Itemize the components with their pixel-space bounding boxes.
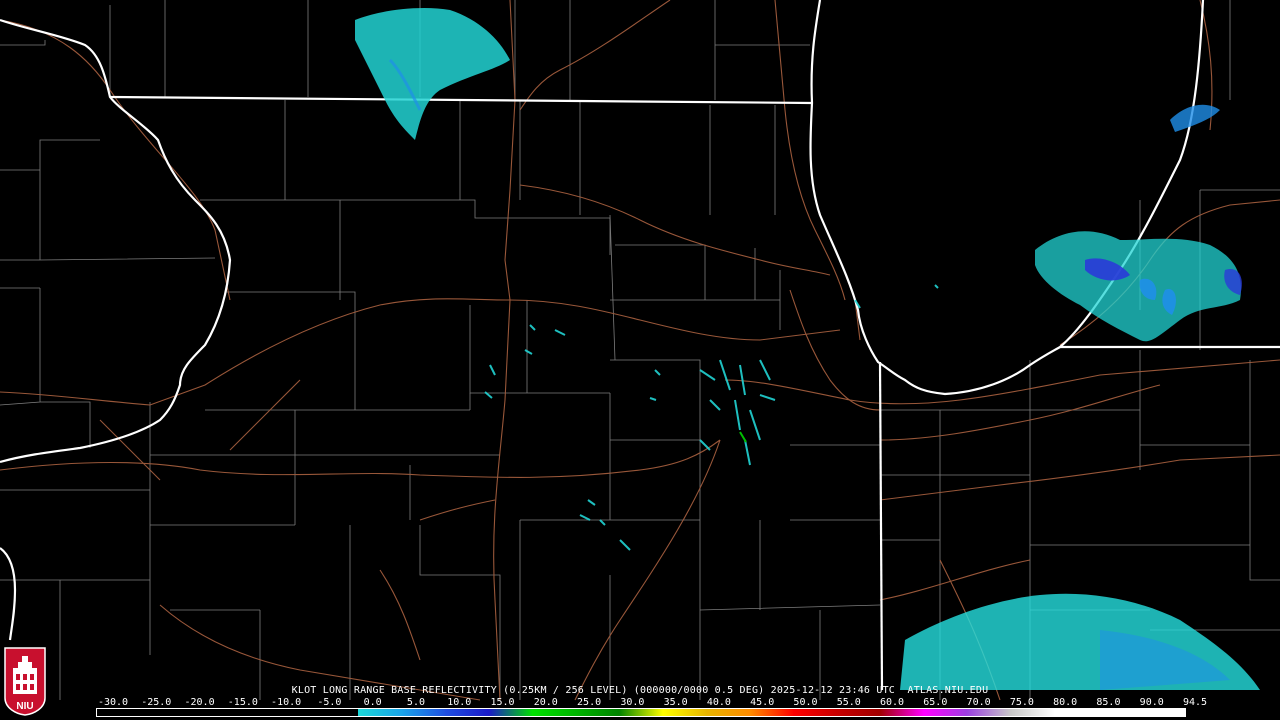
color-bar-segment: [662, 709, 707, 716]
scale-label: 65.0: [923, 697, 948, 708]
radar-echoes: [355, 8, 1260, 690]
scale-label: -20.0: [184, 697, 215, 708]
logo-text: NIU: [16, 701, 33, 712]
scale-label: 35.0: [663, 697, 688, 708]
color-bar-segment: [271, 709, 316, 716]
scale-label: -15.0: [227, 697, 258, 708]
color-bar-segment: [923, 709, 968, 716]
color-bar-segment: [184, 709, 229, 716]
color-bar-segment: [880, 709, 925, 716]
scale-label: -5.0: [317, 697, 342, 708]
radar-map: [0, 0, 1280, 701]
scale-label: 25.0: [577, 697, 602, 708]
scale-label: 0.0: [363, 697, 382, 708]
color-bar-segment: [358, 709, 403, 716]
color-bar-segment: [1010, 709, 1055, 716]
scale-label: -10.0: [271, 697, 302, 708]
color-bar-segment: [619, 709, 664, 716]
scale-label: 40.0: [706, 697, 731, 708]
scale-label: 70.0: [966, 697, 991, 708]
scale-label: 20.0: [533, 697, 558, 708]
scale-label: 75.0: [1009, 697, 1034, 708]
scale-label: -30.0: [97, 697, 129, 708]
color-bar-segment: [488, 709, 533, 716]
color-bar-segment: [967, 709, 1012, 716]
product-title: KLOT LONG RANGE BASE REFLECTIVITY (0.25K…: [291, 685, 989, 696]
scale-label: 50.0: [793, 697, 818, 708]
scale-label: 45.0: [750, 697, 775, 708]
color-bar-segment: [314, 709, 359, 716]
scale-label: 85.0: [1096, 697, 1121, 708]
scale-label: 90.0: [1139, 697, 1164, 708]
color-bar-segment: [706, 709, 751, 716]
state-borders: [0, 0, 1280, 691]
reflectivity-scale-labels: -30.0 -25.0 -20.0 -15.0 -10.0 -5.0 0.0 5.0 10.0 1…: [95, 697, 1207, 708]
color-bar-segment: [227, 709, 272, 716]
scale-label: 60.0: [879, 697, 905, 708]
reflectivity-color-bar: [96, 708, 1186, 717]
scale-label: 94.5: [1182, 697, 1208, 708]
scale-label: 15.0: [490, 697, 515, 708]
scale-label: 5.0: [406, 697, 425, 708]
color-bar-segment: [575, 709, 620, 716]
scale-label: 30.0: [620, 697, 645, 708]
scale-label: 80.0: [1053, 697, 1078, 708]
color-bar-segment: [1141, 709, 1185, 716]
color-bar-segment: [140, 709, 185, 716]
color-bar-segment: [1097, 709, 1142, 716]
scale-label: -25.0: [141, 697, 172, 708]
color-bar-segment: [401, 709, 446, 716]
color-bar-segment: [793, 709, 838, 716]
color-bar-segment: [97, 709, 142, 716]
color-bar-segment: [749, 709, 794, 716]
color-bar-segment: [445, 709, 490, 716]
scale-label: 55.0: [836, 697, 861, 708]
color-bar-segment: [1054, 709, 1099, 716]
color-bar-segment: [532, 709, 577, 716]
scale-label: 10.0: [447, 697, 472, 708]
color-bar-segment: [836, 709, 881, 716]
niu-logo: NIU: [4, 646, 46, 716]
